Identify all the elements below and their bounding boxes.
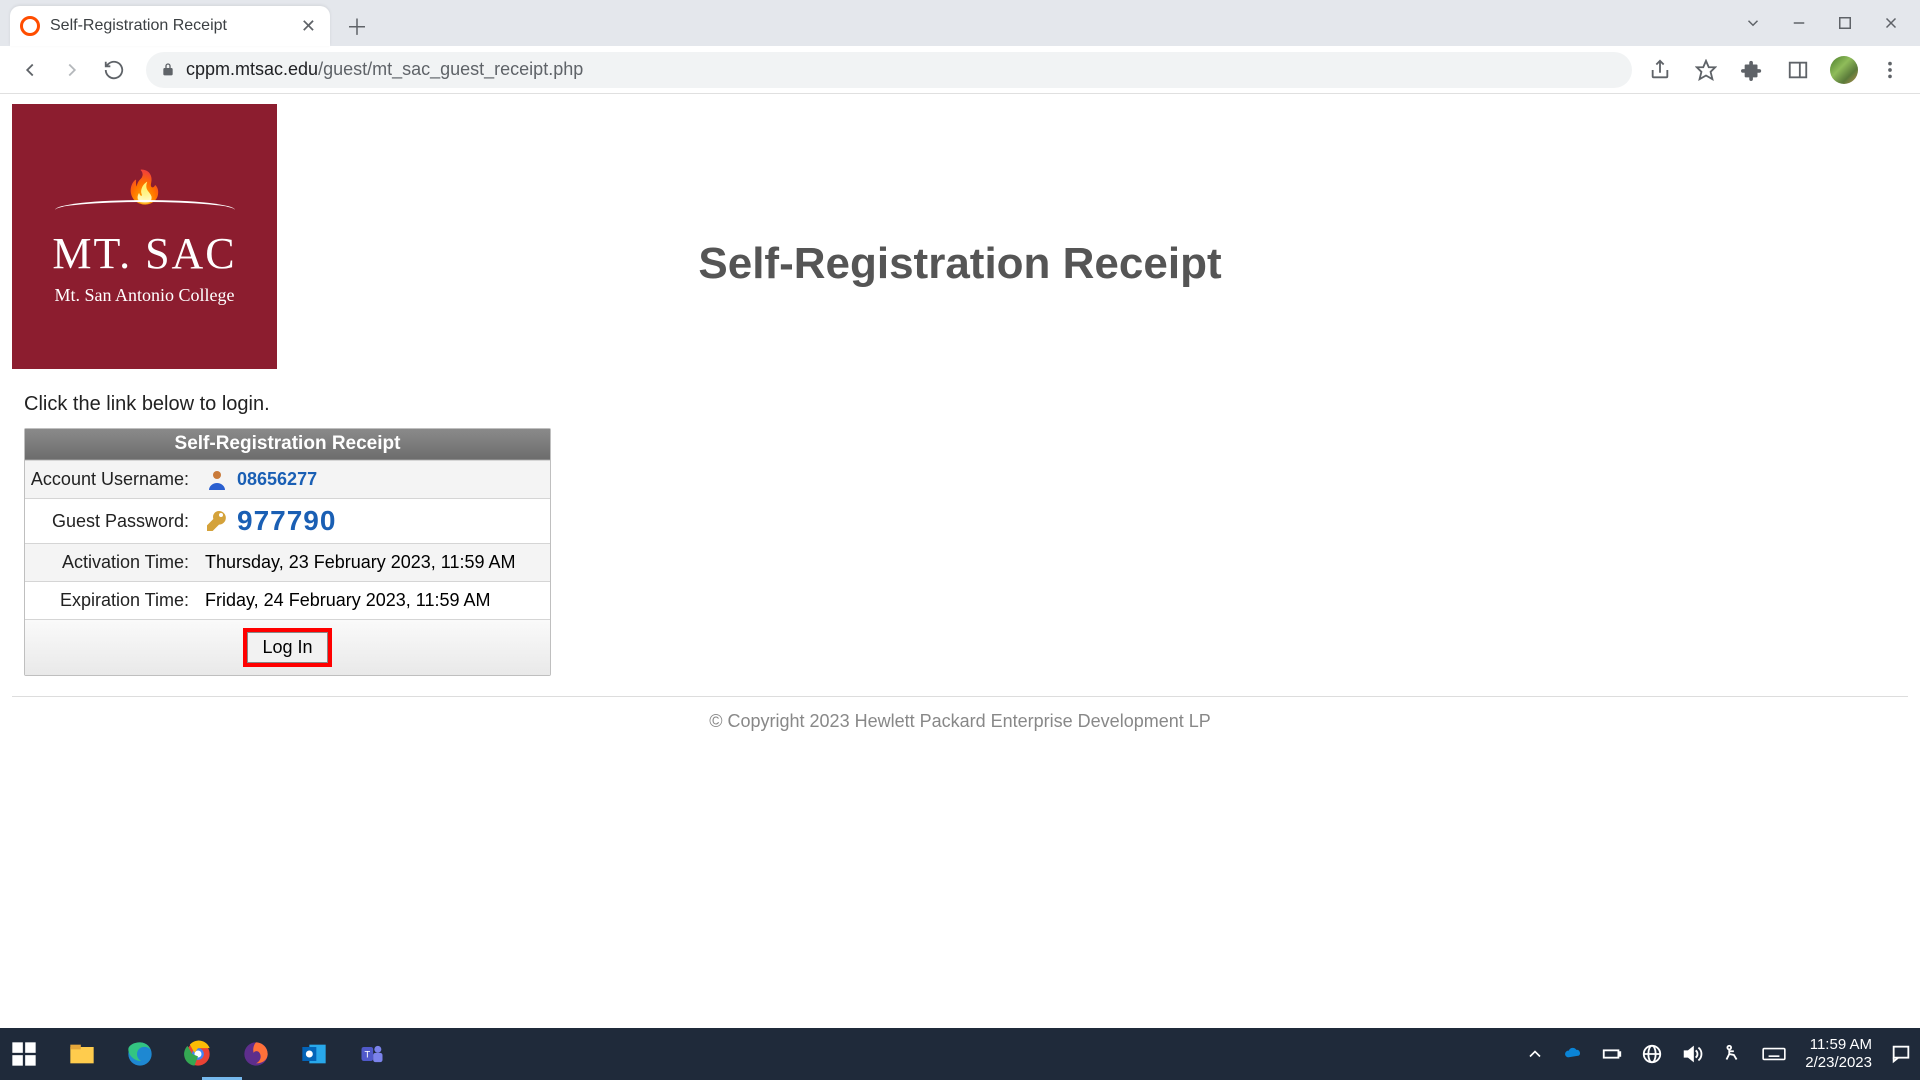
clock-date: 2/23/2023 bbox=[1805, 1054, 1872, 1072]
lock-icon bbox=[160, 62, 176, 78]
password-label: Guest Password: bbox=[25, 503, 197, 540]
reload-button[interactable] bbox=[96, 52, 132, 88]
username-value[interactable]: 08656277 bbox=[237, 469, 317, 490]
keyboard-icon[interactable] bbox=[1761, 1038, 1787, 1070]
share-icon[interactable] bbox=[1646, 56, 1674, 84]
window-minimize-icon[interactable] bbox=[1790, 14, 1808, 32]
activation-value: Thursday, 23 February 2023, 11:59 AM bbox=[197, 546, 550, 579]
logo-text-main: MT. SAC bbox=[52, 228, 236, 279]
row-username: Account Username: 08656277 bbox=[25, 460, 550, 498]
volume-icon[interactable] bbox=[1681, 1038, 1703, 1070]
window-close-icon[interactable] bbox=[1882, 14, 1900, 32]
outlook-icon[interactable] bbox=[298, 1038, 330, 1070]
tray-chevron-icon[interactable] bbox=[1525, 1038, 1545, 1070]
expiration-value: Friday, 24 February 2023, 11:59 AM bbox=[197, 584, 550, 617]
row-password: Guest Password: 977790 bbox=[25, 498, 550, 543]
login-button[interactable]: Log In bbox=[247, 632, 327, 663]
window-controls bbox=[1744, 0, 1920, 46]
edge-icon[interactable] bbox=[124, 1038, 156, 1070]
clock-time: 11:59 AM bbox=[1805, 1036, 1872, 1054]
instruction-text: Click the link below to login. bbox=[24, 393, 1908, 416]
teams-icon[interactable]: T bbox=[356, 1038, 388, 1070]
accessibility-icon[interactable] bbox=[1721, 1038, 1743, 1070]
svg-text:T: T bbox=[364, 1050, 370, 1060]
row-activation: Activation Time: Thursday, 23 February 2… bbox=[25, 543, 550, 581]
expiration-label: Expiration Time: bbox=[25, 582, 197, 619]
page-title: Self-Registration Receipt bbox=[0, 239, 1920, 289]
battery-icon[interactable] bbox=[1601, 1038, 1623, 1070]
file-explorer-icon[interactable] bbox=[66, 1038, 98, 1070]
notifications-icon[interactable] bbox=[1890, 1038, 1912, 1070]
close-tab-icon[interactable]: ✕ bbox=[297, 12, 320, 41]
login-row: Log In bbox=[25, 619, 550, 675]
receipt-header: Self-Registration Receipt bbox=[25, 429, 550, 460]
user-icon bbox=[205, 468, 229, 492]
logo-text-sub: Mt. San Antonio College bbox=[55, 285, 235, 306]
browser-tab[interactable]: Self-Registration Receipt ✕ bbox=[10, 6, 330, 46]
onedrive-icon[interactable] bbox=[1563, 1038, 1583, 1070]
mtsac-logo: 🔥 MT. SAC Mt. San Antonio College bbox=[12, 104, 277, 369]
chrome-menu-icon[interactable] bbox=[1876, 56, 1904, 84]
taskbar-clock[interactable]: 11:59 AM 2/23/2023 bbox=[1805, 1036, 1872, 1072]
bookmark-star-icon[interactable] bbox=[1692, 56, 1720, 84]
url-host: cppm.mtsac.edu bbox=[186, 59, 318, 79]
page-content: 🔥 MT. SAC Mt. San Antonio College Self-R… bbox=[0, 94, 1920, 756]
extensions-icon[interactable] bbox=[1738, 56, 1766, 84]
logo-swoosh bbox=[55, 200, 235, 220]
new-tab-button[interactable]: ＋ bbox=[342, 11, 372, 41]
copyright-text: © Copyright 2023 Hewlett Packard Enterpr… bbox=[12, 697, 1908, 746]
password-value[interactable]: 977790 bbox=[237, 505, 336, 537]
browser-titlebar: Self-Registration Receipt ✕ ＋ bbox=[0, 0, 1920, 46]
toolbar-right-icons bbox=[1646, 56, 1908, 84]
address-bar[interactable]: cppm.mtsac.edu/guest/mt_sac_guest_receip… bbox=[146, 52, 1632, 88]
url-text: cppm.mtsac.edu/guest/mt_sac_guest_receip… bbox=[186, 59, 583, 80]
chevron-down-icon[interactable] bbox=[1744, 14, 1762, 32]
back-button[interactable] bbox=[12, 52, 48, 88]
firefox-icon[interactable] bbox=[240, 1038, 272, 1070]
windows-taskbar: T 11:59 AM 2/23/2023 bbox=[0, 1028, 1920, 1080]
tab-title: Self-Registration Receipt bbox=[50, 17, 287, 35]
login-button-highlight: Log In bbox=[243, 628, 331, 667]
profile-avatar[interactable] bbox=[1830, 56, 1858, 84]
window-maximize-icon[interactable] bbox=[1836, 14, 1854, 32]
browser-toolbar: cppm.mtsac.edu/guest/mt_sac_guest_receip… bbox=[0, 46, 1920, 94]
start-button[interactable] bbox=[8, 1038, 40, 1070]
forward-button[interactable] bbox=[54, 52, 90, 88]
network-icon[interactable] bbox=[1641, 1038, 1663, 1070]
username-label: Account Username: bbox=[25, 461, 197, 498]
receipt-card: Self-Registration Receipt Account Userna… bbox=[24, 428, 551, 676]
chrome-icon[interactable] bbox=[182, 1038, 214, 1070]
favicon-icon bbox=[20, 16, 40, 36]
row-expiration: Expiration Time: Friday, 24 February 202… bbox=[25, 581, 550, 619]
activation-label: Activation Time: bbox=[25, 544, 197, 581]
url-path: /guest/mt_sac_guest_receipt.php bbox=[318, 59, 583, 79]
key-icon bbox=[205, 509, 229, 533]
side-panel-icon[interactable] bbox=[1784, 56, 1812, 84]
